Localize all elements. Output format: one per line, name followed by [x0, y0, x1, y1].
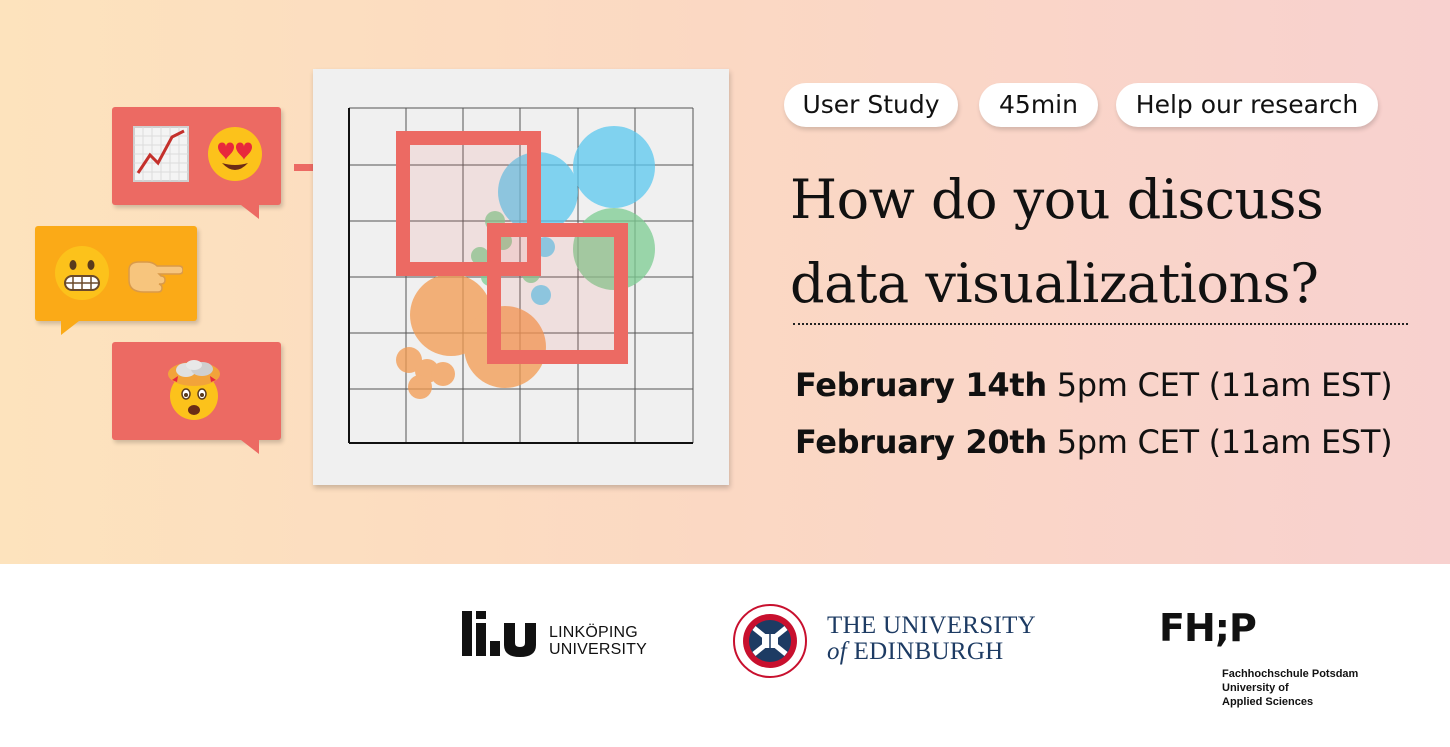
dotted-divider: [793, 323, 1408, 325]
grimacing-face-icon: [55, 246, 109, 300]
edinburgh-line-1: THE UNIVERSITY: [827, 612, 1037, 639]
pill-user-study: User Study: [784, 83, 958, 127]
pill-duration: 45min: [979, 83, 1098, 127]
partner-logos: [0, 564, 1450, 747]
edinburgh-seal: [733, 604, 807, 678]
chart-increasing-icon: [133, 126, 189, 182]
edinburgh-logo-text: THE UNIVERSITY of EDINBURGH: [827, 613, 1036, 665]
heart-eyes-icon: [208, 127, 262, 181]
pointing-right-icon: [128, 261, 183, 293]
speech-bubble-reaction: [35, 226, 197, 335]
headline-line-1: How do you discuss: [790, 168, 1324, 231]
fhp-line-2: University of: [1222, 682, 1289, 694]
scatter-illustration: [348, 107, 694, 444]
hero-banner: User Study 45min Help our research How d…: [0, 0, 1450, 564]
exploding-head-icon: [168, 360, 220, 420]
speech-bubble-reaction: [112, 342, 281, 454]
liu-line-2: UNIVERSITY: [549, 641, 648, 658]
liu-logo-text: LINKÖPING UNIVERSITY: [549, 624, 647, 658]
chart-illustration-card: [313, 69, 729, 485]
edinburgh-line-2: of EDINBURGH: [827, 639, 1036, 665]
liu-line-1: LINKÖPING: [549, 624, 638, 641]
liu-logo-mark: [462, 611, 536, 657]
headline-line-2: data visualizations?: [790, 252, 1319, 315]
fhp-line-1: Fachhochschule Potsdam: [1222, 668, 1359, 680]
fhp-line-3: Applied Sciences: [1222, 696, 1314, 708]
edinburgh-of: of: [827, 638, 848, 665]
fhp-logo-text: Fachhochschule Potsdam University of App…: [1222, 667, 1358, 709]
session-date-1: February 14th 5pm CET (11am EST): [795, 366, 1393, 404]
session-time: 5pm CET (11am EST): [1056, 423, 1393, 461]
headline: How do you discuss data visualizations?: [790, 158, 1430, 326]
pill-help-research: Help our research: [1116, 83, 1378, 127]
session-time: 5pm CET (11am EST): [1056, 366, 1393, 404]
speech-bubble-reaction: [112, 107, 281, 219]
fhp-logo-mark: FH;P: [1159, 606, 1257, 650]
session-date: February 20th: [795, 423, 1047, 461]
session-date: February 14th: [795, 366, 1047, 404]
session-date-2: February 20th 5pm CET (11am EST): [795, 423, 1393, 461]
edinburgh-name: EDINBURGH: [853, 638, 1004, 665]
